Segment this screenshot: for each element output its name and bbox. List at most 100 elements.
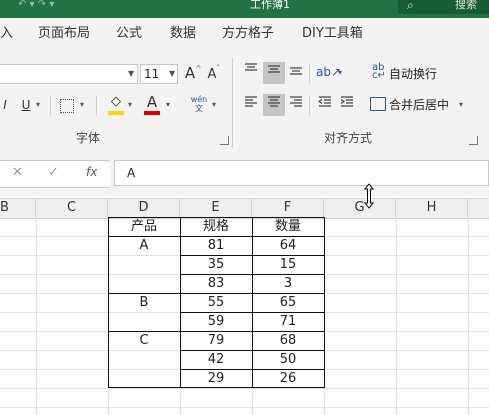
insert-function-icon[interactable]: fx — [86, 165, 97, 179]
product-cell[interactable] — [108, 274, 180, 293]
underline-button[interactable]: U — [18, 95, 34, 115]
decrease-indent-button[interactable] — [316, 94, 334, 116]
font-dialog-launcher-icon[interactable] — [220, 136, 229, 145]
separator — [232, 58, 233, 148]
chevron-down-icon: ▾ — [128, 100, 133, 109]
wrap-text-icon: ab c↵ — [372, 62, 386, 81]
table-header-row: 产品 规格 数量 — [108, 217, 324, 236]
gridline — [0, 407, 489, 408]
quantity-cell[interactable]: 26 — [252, 369, 324, 388]
product-cell[interactable] — [108, 369, 180, 388]
formula-input[interactable]: A — [114, 160, 489, 186]
product-cell[interactable]: B — [108, 293, 180, 312]
product-cell[interactable] — [108, 350, 180, 369]
table-border — [108, 387, 324, 388]
merge-center-button[interactable]: 合并后居中 — [389, 95, 449, 115]
table-border — [180, 350, 324, 351]
tab-formulas[interactable]: 公式 — [116, 26, 142, 42]
font-color-button[interactable]: A — [144, 92, 160, 112]
header-quantity[interactable]: 数量 — [252, 217, 324, 236]
chevron-down-icon: ▾ — [338, 68, 343, 77]
table-row: 42 50 — [108, 350, 324, 369]
chevron-down-icon: ▼ — [169, 69, 176, 78]
table-row: C 79 68 — [108, 331, 324, 350]
chevron-down-icon: ▾ — [459, 100, 464, 109]
product-cell[interactable] — [108, 255, 180, 274]
gridline — [468, 217, 469, 415]
align-left-button[interactable] — [242, 94, 260, 116]
column-header-f[interactable]: F — [252, 198, 324, 217]
quantity-cell[interactable]: 64 — [252, 236, 324, 255]
quantity-cell[interactable]: 68 — [252, 331, 324, 350]
column-header-d[interactable]: D — [108, 198, 180, 217]
orientation-icon[interactable]: ab↗ — [316, 62, 341, 84]
separator — [309, 96, 310, 116]
table-border — [108, 236, 324, 237]
column-header-b[interactable]: B — [0, 198, 36, 217]
table-row: 29 26 — [108, 369, 324, 388]
tab-insert[interactable]: 入 — [0, 26, 13, 42]
table-border — [180, 312, 324, 313]
quantity-cell[interactable]: 3 — [252, 274, 324, 293]
italic-button[interactable]: I — [0, 95, 10, 115]
gridline — [0, 388, 489, 389]
fill-color-bar — [108, 111, 124, 115]
column-header-e[interactable]: E — [180, 198, 252, 217]
increase-indent-button[interactable] — [338, 94, 356, 116]
table-row: A 81 64 — [108, 236, 324, 255]
spec-cell[interactable]: 59 — [180, 312, 252, 331]
column-header-h[interactable]: H — [396, 198, 468, 217]
align-center-button[interactable] — [263, 94, 285, 116]
table-border — [180, 217, 181, 388]
merge-center-icon — [370, 97, 386, 111]
header-product[interactable]: 产品 — [108, 217, 180, 236]
product-cell[interactable] — [108, 312, 180, 331]
product-cell[interactable]: C — [108, 331, 180, 350]
tab-diy-toolbox[interactable]: DIY工具箱 — [302, 26, 363, 42]
chevron-down-icon: ▼ — [128, 69, 135, 78]
spec-cell[interactable]: 55 — [180, 293, 252, 312]
fill-color-icon[interactable]: ◇ — [108, 95, 124, 111]
wrap-text-button[interactable]: 自动换行 — [389, 64, 437, 84]
resize-cursor-icon — [363, 183, 375, 209]
column-header-c[interactable]: C — [36, 198, 108, 217]
undo-redo-icon[interactable]: ↶ ▾ ↷ ▾ — [18, 0, 88, 10]
phonetic-guide-button[interactable]: wén 文 — [188, 95, 210, 113]
align-top-button[interactable] — [242, 62, 260, 84]
table-border — [180, 255, 324, 256]
quantity-cell[interactable]: 50 — [252, 350, 324, 369]
spec-cell[interactable]: 42 — [180, 350, 252, 369]
tab-data[interactable]: 数据 — [170, 26, 196, 42]
alignment-dialog-launcher-icon[interactable] — [469, 136, 478, 145]
align-bottom-button[interactable] — [287, 62, 305, 84]
font-name-dropdown[interactable] — [0, 64, 138, 84]
table-border — [108, 331, 324, 332]
align-right-button[interactable] — [287, 94, 305, 116]
cancel-icon[interactable]: ✕ — [12, 165, 23, 180]
quantity-cell[interactable]: 65 — [252, 293, 324, 312]
chevron-down-icon: ▾ — [212, 100, 217, 109]
product-cell[interactable]: A — [108, 236, 180, 255]
header-spec[interactable]: 规格 — [180, 217, 252, 236]
spec-cell[interactable]: 29 — [180, 369, 252, 388]
chevron-down-icon: ▾ — [80, 100, 85, 109]
confirm-icon[interactable]: ✓ — [48, 165, 59, 180]
spec-cell[interactable]: 35 — [180, 255, 252, 274]
table-border — [324, 217, 325, 388]
table-row: 83 3 — [108, 274, 324, 293]
separator — [96, 96, 97, 116]
spec-cell[interactable]: 81 — [180, 236, 252, 255]
column-header-g[interactable]: G — [324, 198, 396, 217]
font-color-bar — [144, 111, 160, 115]
align-middle-button[interactable] — [263, 62, 285, 84]
gridline — [36, 217, 37, 415]
quantity-cell[interactable]: 15 — [252, 255, 324, 274]
spec-cell[interactable]: 79 — [180, 331, 252, 350]
borders-icon[interactable] — [60, 99, 74, 113]
table-row: B 55 65 — [108, 293, 324, 312]
tab-page-layout[interactable]: 页面布局 — [38, 26, 90, 42]
spec-cell[interactable]: 83 — [180, 274, 252, 293]
tab-fangfang[interactable]: 方方格子 — [222, 26, 274, 42]
table-border — [180, 274, 324, 275]
quantity-cell[interactable]: 71 — [252, 312, 324, 331]
